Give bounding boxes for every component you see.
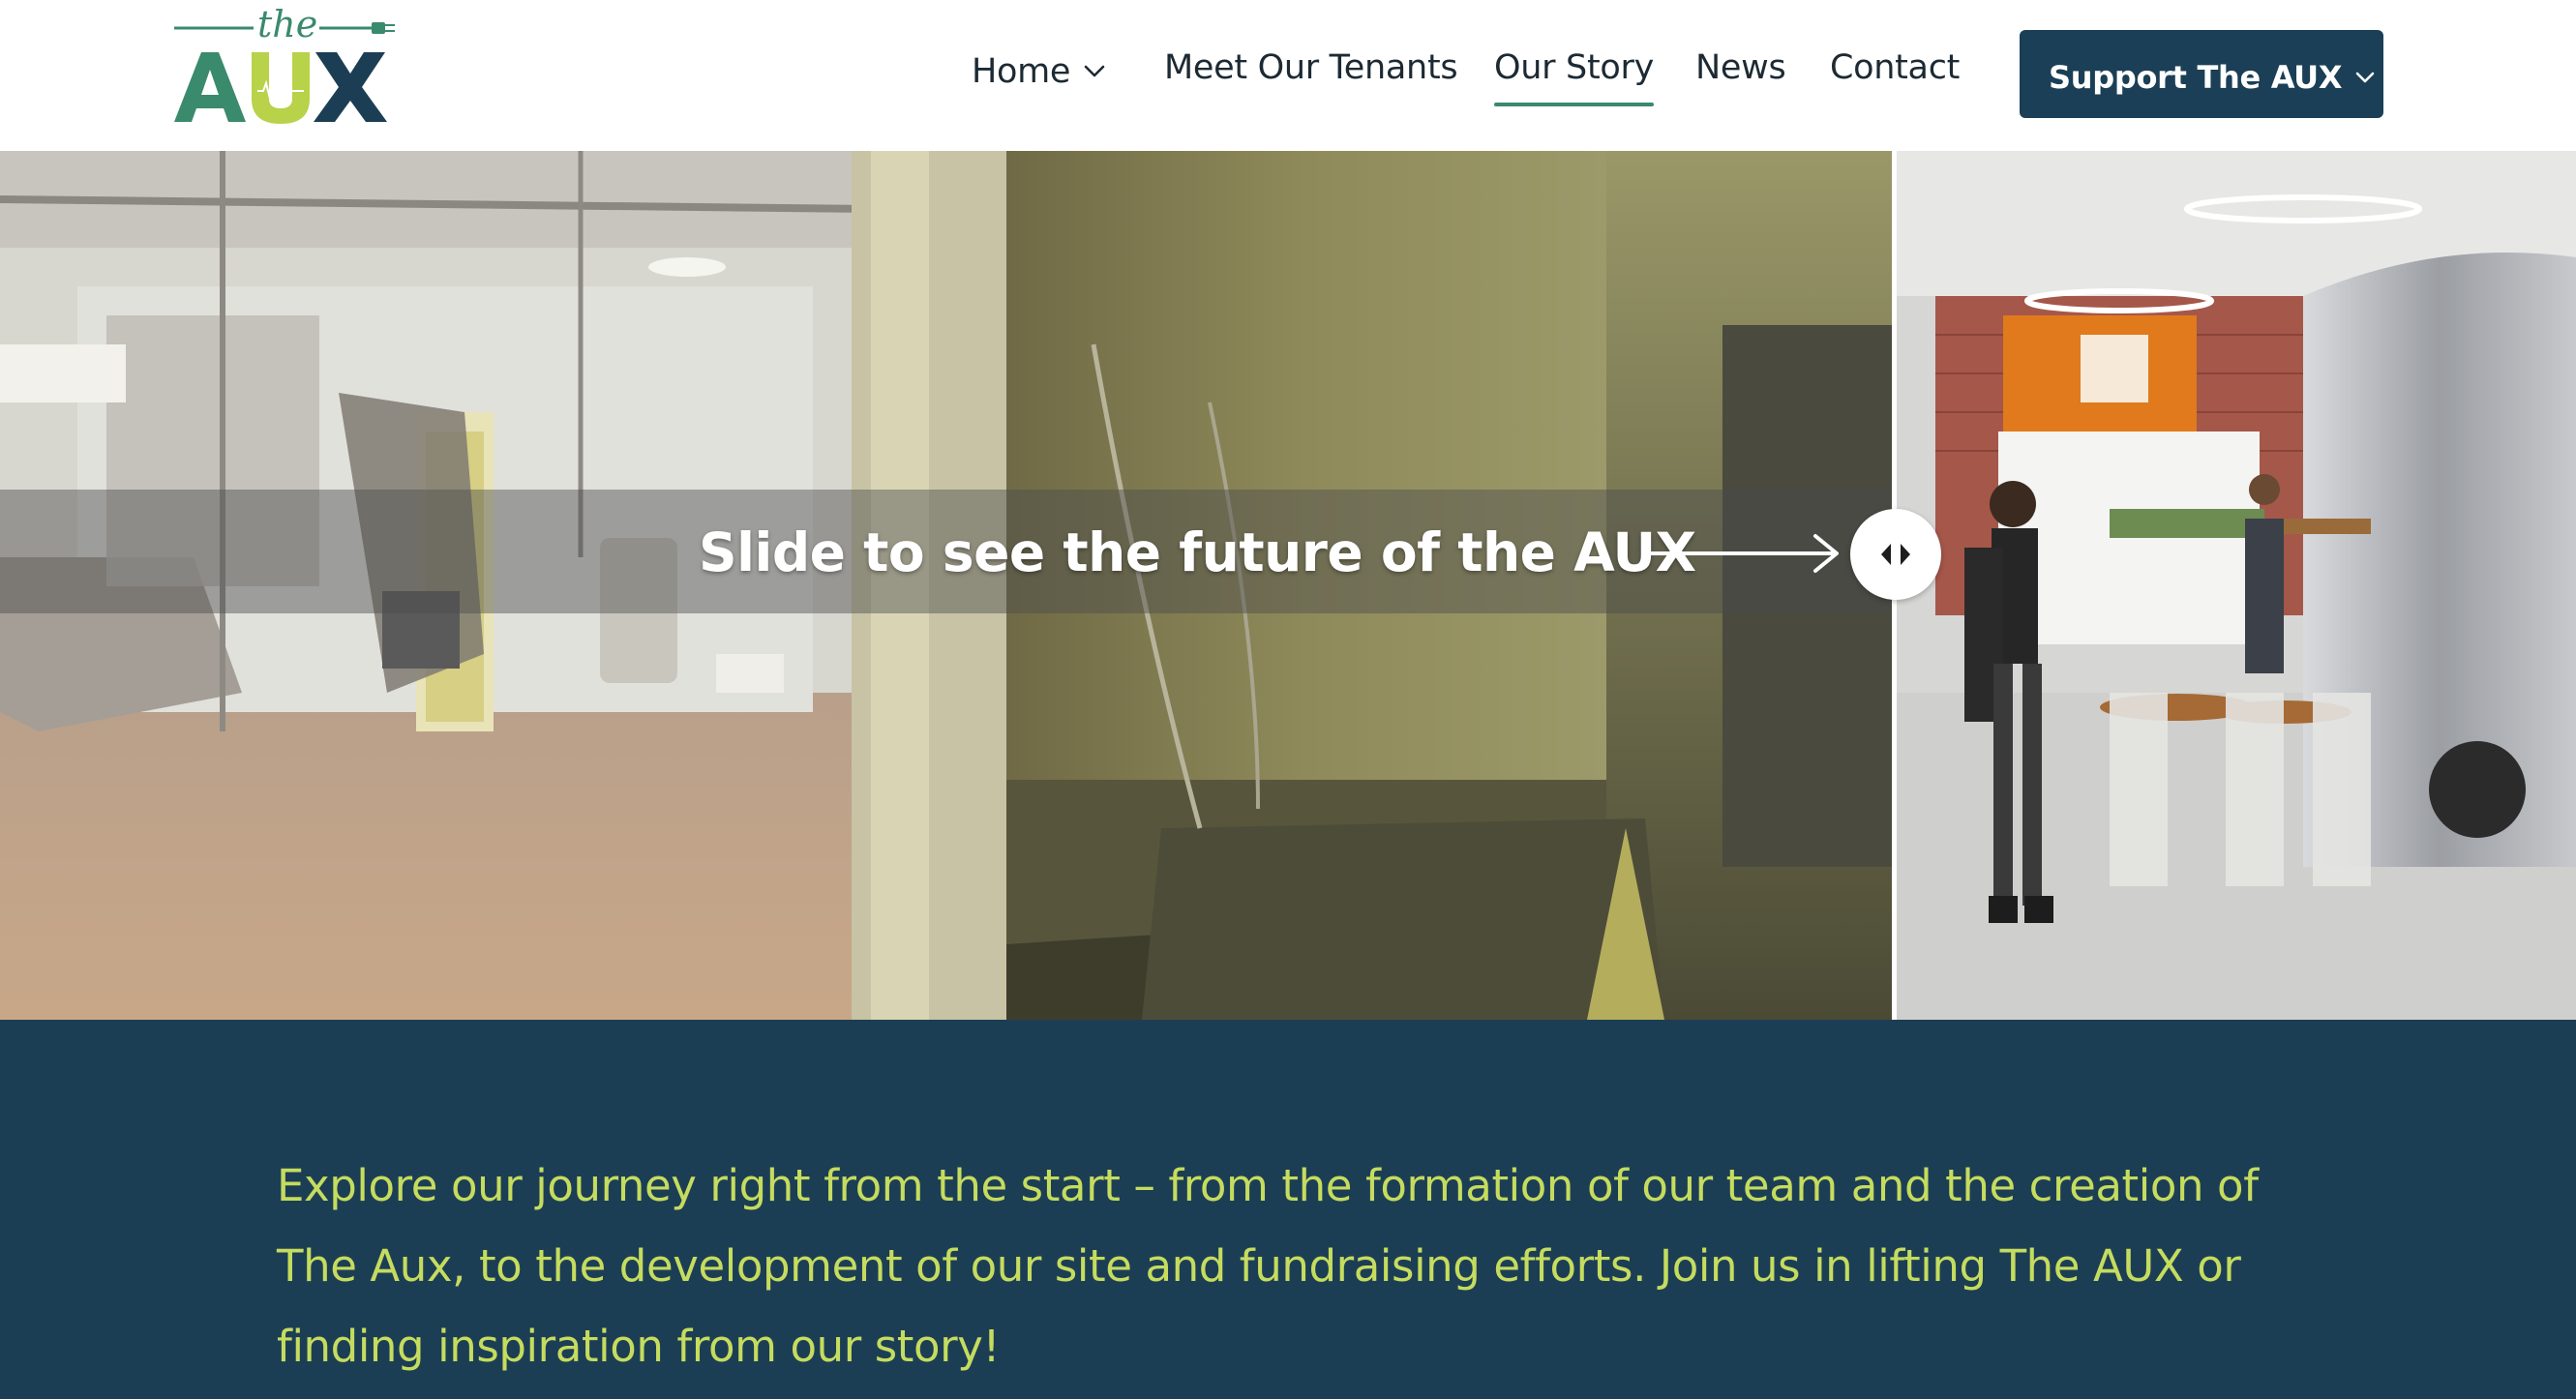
logo-the-text: the	[257, 8, 317, 45]
nav-our-story[interactable]: Our Story	[1494, 46, 1655, 106]
after-image	[1897, 151, 2576, 1020]
site-logo[interactable]: the	[172, 8, 399, 126]
chevron-down-icon	[2355, 30, 2375, 118]
story-intro-text: Explore our journey right from the start…	[277, 1160, 2259, 1372]
nav-contact[interactable]: Contact	[1830, 46, 1960, 95]
nav-home-label: Home	[972, 52, 1071, 91]
chevron-down-icon	[1084, 46, 1105, 89]
slider-caption: Slide to see the future of the AUX	[699, 521, 1696, 583]
nav-news-label: News	[1695, 48, 1786, 87]
nav-our-story-label: Our Story	[1494, 48, 1655, 87]
slider-handle-icon[interactable]	[1850, 509, 1941, 600]
before-after-slider[interactable]: Slide to see the future of the AUX	[0, 151, 2576, 1020]
nav-contact-label: Contact	[1830, 48, 1961, 87]
nav-news[interactable]: News	[1695, 46, 1786, 95]
support-the-aux-button[interactable]: Support The AUX	[2020, 30, 2383, 118]
arrow-right-icon	[1645, 530, 1841, 581]
nav-home[interactable]: Home	[972, 46, 1105, 95]
nav-tenants-label: Meet Our Tenants	[1164, 48, 1458, 87]
logo-aux-mark	[174, 52, 387, 124]
support-button-label: Support The AUX	[2049, 59, 2343, 96]
story-intro-section: Explore our journey right from the start…	[0, 1020, 2576, 1399]
nav-meet-our-tenants[interactable]: Meet Our Tenants	[1164, 46, 1458, 95]
site-header: the Home Meet Our Tenants Our Story News…	[0, 0, 2576, 151]
